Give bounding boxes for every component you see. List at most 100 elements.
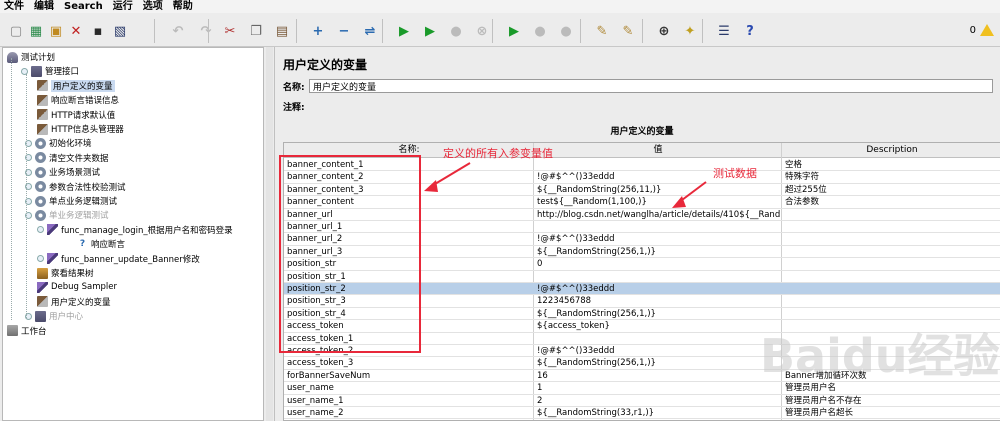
expand-icon[interactable]: +	[308, 21, 328, 41]
tree-node[interactable]: HTTP请求默认值	[37, 108, 115, 122]
tree-node[interactable]: 初始化环境	[25, 136, 92, 150]
tree-node[interactable]: 用户中心	[25, 309, 83, 323]
table-cell-value[interactable]: !@#$^^()33eddd	[534, 345, 780, 357]
tree-node[interactable]: Debug Sampler	[37, 280, 117, 294]
tree-node[interactable]: 工作台	[7, 324, 47, 338]
table-cell-desc[interactable]	[782, 283, 1000, 295]
table-cell-value[interactable]: test${__Random(1,100,)}	[534, 196, 780, 208]
start-icon[interactable]: ▶	[394, 21, 414, 41]
table-cell-value[interactable]	[534, 271, 780, 283]
table-cell-desc[interactable]	[782, 221, 1000, 233]
name-input[interactable]	[309, 79, 993, 93]
table-cell-value[interactable]	[534, 333, 780, 345]
warning-icon[interactable]	[980, 24, 994, 36]
table-cell-value[interactable]: 2	[534, 395, 780, 407]
column-header-value[interactable]: 值	[534, 143, 782, 158]
tree-expander-icon[interactable]	[37, 226, 44, 234]
paste-icon[interactable]: ▤	[272, 21, 292, 41]
menu-item[interactable]: 运行	[113, 0, 133, 13]
table-cell-value[interactable]: ${__RandomString(256,1,)}	[534, 357, 780, 369]
remote-start-icon[interactable]: ▶	[504, 21, 524, 41]
menu-item[interactable]: 选项	[143, 0, 163, 13]
table-cell-value[interactable]: ${__RandomString(256,11,)}	[534, 184, 780, 196]
table-cell-value[interactable]: 0	[534, 258, 780, 270]
table-cell-value[interactable]: !@#$^^()33eddd	[534, 283, 780, 295]
table-row[interactable]: user_name_1 2 管理员用户名不存在	[284, 395, 1000, 407]
table-cell-value[interactable]: ${__RandomString(33,r1,)}	[534, 407, 780, 419]
table-cell-name[interactable]: user_name	[284, 382, 532, 394]
redo-icon[interactable]: ↷	[196, 21, 216, 41]
tree-node[interactable]: 单点业务逻辑测试	[25, 194, 117, 208]
table-cell-desc[interactable]: 特殊字符	[782, 171, 1000, 183]
table-cell-name[interactable]: user_name_1	[284, 395, 532, 407]
clear-icon[interactable]: ✎	[592, 21, 612, 41]
tree-node[interactable]: 业务场景测试	[25, 165, 100, 179]
tree-node[interactable]: ? 响应断言	[77, 237, 125, 251]
tree-node[interactable]: 管理接口	[21, 64, 79, 78]
cut-icon[interactable]: ✂	[220, 21, 240, 41]
template-icon[interactable]: ▦	[26, 21, 46, 41]
tree-node[interactable]: func_banner_update_Banner修改	[37, 252, 200, 266]
clear-all-icon[interactable]: ✎	[618, 21, 638, 41]
table-cell-desc[interactable]: 空格	[782, 159, 1000, 171]
comment-input[interactable]	[309, 99, 993, 113]
table-cell-desc[interactable]	[782, 233, 1000, 245]
splitter-handle[interactable]	[266, 47, 273, 421]
close-icon[interactable]: ✕	[66, 21, 86, 41]
table-cell-desc[interactable]: 超过255位	[782, 184, 1000, 196]
tree-node[interactable]: 响应断言错误信息	[37, 93, 119, 107]
table-cell-desc[interactable]	[782, 246, 1000, 258]
save-icon[interactable]: ▪	[88, 21, 108, 41]
tree-node[interactable]: 用户定义的变量	[37, 295, 111, 309]
menu-item[interactable]: 帮助	[173, 0, 193, 13]
copy-icon[interactable]: ❐	[246, 21, 266, 41]
test-plan-tree[interactable]: 测试计划 管理接口 用户定义的变量 响应断言错误信息 HTTP请求默认值 HTTP信息头管…	[2, 47, 264, 421]
toggle-icon[interactable]: ⇌	[360, 21, 380, 41]
table-cell-desc[interactable]	[782, 258, 1000, 270]
remote-shutdown-icon[interactable]: ●	[556, 21, 576, 41]
table-cell-value[interactable]: ${__RandomString(256,1,)}	[534, 246, 780, 258]
menu-item[interactable]: 文件	[4, 0, 24, 13]
undo-icon[interactable]: ↶	[168, 21, 188, 41]
remote-stop-icon[interactable]: ●	[530, 21, 550, 41]
open-icon[interactable]: ▣	[46, 21, 66, 41]
help-icon[interactable]: ?	[740, 21, 760, 41]
table-row[interactable]: user_name_2 ${__RandomString(33,r1,)} 管理员用…	[284, 407, 1000, 420]
table-cell-desc[interactable]: 合法参数	[782, 196, 1000, 208]
table-cell-value[interactable]: ${__RandomString(256,1,)}	[534, 308, 780, 320]
search-icon[interactable]: ⊕	[654, 21, 674, 41]
table-cell-desc[interactable]	[782, 295, 1000, 307]
stop-icon[interactable]: ●	[446, 21, 466, 41]
start-no-timers-icon[interactable]: ▶	[420, 21, 440, 41]
table-cell-desc[interactable]	[782, 308, 1000, 320]
save-as-icon[interactable]: ▧	[110, 21, 130, 41]
table-cell-desc[interactable]	[782, 209, 1000, 221]
table-cell-value[interactable]: http://blog.csdn.net/wanglha/article/det…	[534, 209, 780, 221]
collapse-icon[interactable]: −	[334, 21, 354, 41]
tree-node[interactable]: 清空文件夹数据	[25, 151, 109, 165]
shutdown-icon[interactable]: ⊗	[472, 21, 492, 41]
table-cell-value[interactable]: !@#$^^()33eddd	[534, 233, 780, 245]
tree-node[interactable]: HTTP信息头管理器	[37, 122, 124, 136]
table-cell-name[interactable]: access_token_3	[284, 357, 532, 369]
table-cell-name[interactable]: user_name_2	[284, 407, 532, 419]
tree-node[interactable]: 单业务逻辑测试	[25, 208, 109, 222]
new-icon[interactable]: ▢	[6, 21, 26, 41]
table-cell-value[interactable]	[534, 221, 780, 233]
table-cell-value[interactable]: 1	[534, 382, 780, 394]
table-cell-desc[interactable]	[782, 271, 1000, 283]
tree-node[interactable]: func_manage_login_根据用户名和密码登录	[37, 223, 233, 237]
function-helper-icon[interactable]: ☰	[714, 21, 734, 41]
menu-item[interactable]: 编辑	[34, 0, 54, 13]
table-cell-value[interactable]: 1223456788	[534, 295, 780, 307]
reset-search-icon[interactable]: ✦	[680, 21, 700, 41]
tree-node[interactable]: 用户定义的变量	[37, 79, 115, 93]
table-cell-desc[interactable]: 管理员用户名超长	[782, 407, 1000, 419]
tree-node[interactable]: 察看结果树	[37, 266, 94, 280]
tree-node[interactable]: 测试计划	[7, 50, 55, 64]
tree-node[interactable]: 参数合法性校验测试	[25, 180, 126, 194]
table-cell-value[interactable]: 16	[534, 370, 780, 382]
table-cell-desc[interactable]: 管理员用户名不存在	[782, 395, 1000, 407]
tree-expander-icon[interactable]	[37, 255, 44, 263]
table-cell-value[interactable]: ${access_token}	[534, 320, 780, 332]
